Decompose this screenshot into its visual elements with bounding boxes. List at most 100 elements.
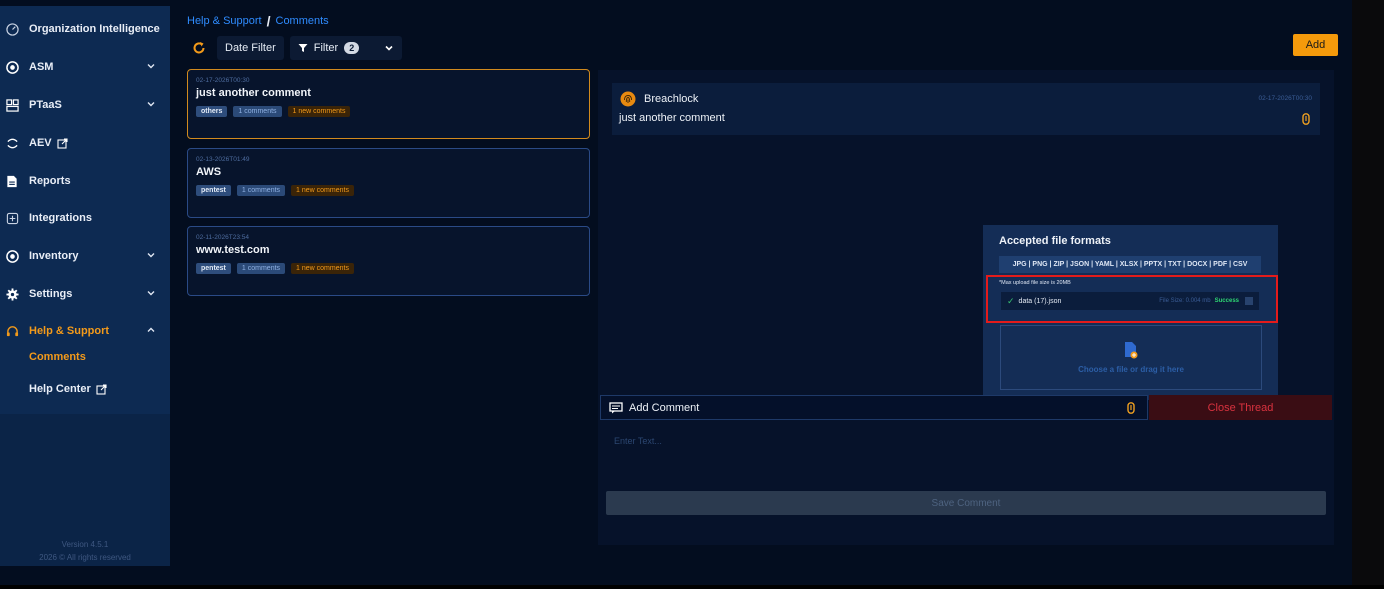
chevron-down-icon[interactable]: [146, 250, 156, 260]
sidebar-item-help-support[interactable]: Help & Support: [0, 316, 170, 346]
thread-title: AWS: [196, 166, 222, 178]
new-comments-badge: 1 new comments: [291, 263, 354, 274]
date-filter-label: Date Filter: [225, 42, 276, 54]
funnel-icon: [298, 44, 308, 52]
copyright-text: 2026 © All rights reserved: [39, 553, 131, 562]
comment-icon: [609, 401, 623, 413]
dashboard-icon: [5, 98, 19, 112]
thread-card[interactable]: 02-13-2026T01:49 AWS pentest 1 comments …: [187, 148, 590, 218]
upload-header: Accepted file formats: [999, 235, 1111, 247]
message-timestamp: 02-17-2026T00:30: [1258, 95, 1313, 102]
sidebar-item-organization-intelligence[interactable]: Organization Intelligence: [0, 14, 170, 44]
sidebar-item-ptaas[interactable]: PTaaS: [0, 90, 170, 120]
breadcrumb: Help & Support / Comments: [187, 13, 329, 29]
thread-title: www.test.com: [196, 244, 270, 256]
thread-card[interactable]: 02-11-2026T23:54 www.test.com pentest 1 …: [187, 226, 590, 296]
category-badge: others: [196, 106, 228, 117]
add-comment-label: Add Comment: [629, 401, 700, 414]
sidebar-item-inventory[interactable]: Inventory: [0, 241, 170, 271]
save-comment-button[interactable]: Save Comment: [606, 491, 1326, 515]
version-text: Version 4.5.1: [61, 540, 109, 549]
file-dropzone[interactable]: Choose a file or drag it here: [1000, 325, 1262, 390]
refresh-icon: [193, 42, 205, 54]
refresh-button[interactable]: [187, 36, 211, 60]
target-icon: [5, 249, 19, 263]
sidebar-item-label: Inventory: [29, 250, 79, 262]
chevron-down-icon[interactable]: [146, 99, 156, 109]
document-icon: [5, 174, 19, 188]
comment-text-input[interactable]: Enter Text...: [606, 426, 1326, 486]
sidebar-item-label: PTaaS: [29, 99, 62, 111]
sidebar-item-settings[interactable]: Settings: [0, 279, 170, 309]
sidebar-item-label: Settings: [29, 288, 73, 300]
filter-count-badge: 2: [344, 42, 360, 54]
new-comments-badge: 1 new comments: [287, 106, 351, 117]
external-link-icon: [57, 137, 68, 149]
sidebar-nav: Organization Intelligence ASM PTaaS AEV …: [0, 6, 170, 414]
highlight-box: [986, 275, 1278, 323]
thread-timestamp: 02-11-2026T23:54: [196, 234, 250, 241]
gear-icon: [5, 287, 19, 301]
thread-title: just another comment: [196, 87, 311, 99]
chevron-down-icon: [385, 45, 393, 51]
category-badge: pentest: [196, 185, 231, 196]
add-comment-bar[interactable]: Add Comment: [600, 395, 1148, 420]
message-author: Breachlock: [620, 91, 698, 107]
sidebar-subitem-help-center[interactable]: Help Center: [29, 383, 107, 395]
sidebar-subitem-label: Help Center: [29, 383, 91, 395]
comments-count-badge: 1 comments: [233, 106, 282, 117]
breadcrumb-current[interactable]: Comments: [276, 15, 329, 27]
comments-count-badge: 1 comments: [236, 185, 286, 196]
target-icon: [5, 60, 19, 74]
date-filter-button[interactable]: Date Filter: [217, 36, 284, 60]
file-upload-icon: [1125, 342, 1138, 359]
sidebar-subitem-comments[interactable]: Comments: [29, 351, 86, 363]
window-bottom-edge: [0, 585, 1384, 589]
sidebar-item-aev[interactable]: AEV: [0, 128, 170, 158]
window-edge: [1352, 0, 1384, 589]
plug-icon: [5, 211, 19, 225]
sidebar-subitem-label: Comments: [29, 351, 86, 363]
sidebar-item-asm[interactable]: ASM: [0, 52, 170, 82]
filter-button[interactable]: Filter 2: [289, 36, 402, 60]
new-comments-badge: 1 new comments: [291, 185, 354, 196]
toolbar: Date Filter Filter 2: [187, 36, 402, 60]
sidebar-item-label: Reports: [29, 175, 71, 187]
dropzone-text: Choose a file or drag it here: [1078, 365, 1184, 374]
attachment-icon[interactable]: [1302, 113, 1310, 125]
chevron-down-icon[interactable]: [146, 288, 156, 298]
add-button[interactable]: Add: [1293, 34, 1338, 56]
external-link-icon: [96, 383, 107, 395]
close-thread-button[interactable]: Close Thread: [1149, 395, 1332, 420]
message-body: just another comment: [619, 112, 725, 124]
fingerprint-icon: [620, 91, 636, 107]
category-badge: pentest: [196, 263, 231, 274]
chevron-up-icon[interactable]: [146, 325, 156, 335]
thread-card[interactable]: 02-17-2026T00:30 just another comment ot…: [187, 69, 590, 139]
chevron-down-icon[interactable]: [146, 61, 156, 71]
gauge-icon: [5, 22, 19, 36]
accepted-formats: JPG | PNG | ZIP | JSON | YAML | XLSX | P…: [999, 256, 1261, 273]
attachment-icon[interactable]: [1127, 402, 1135, 414]
thread-timestamp: 02-13-2026T01:49: [196, 156, 250, 163]
breadcrumb-parent[interactable]: Help & Support: [187, 15, 262, 27]
filter-label: Filter: [313, 42, 339, 54]
thread-tags: pentest 1 comments 1 new comments: [196, 185, 581, 196]
sidebar-item-label: AEV: [29, 137, 52, 149]
author-name: Breachlock: [644, 93, 699, 105]
sidebar-item-label: Help & Support: [29, 325, 110, 337]
sidebar-item-label: Integrations: [29, 212, 92, 224]
loop-icon: [5, 136, 19, 150]
thread-timestamp: 02-17-2026T00:30: [196, 77, 250, 84]
sidebar-item-reports[interactable]: Reports: [0, 166, 170, 196]
thread-tags: others 1 comments 1 new comments: [196, 106, 581, 117]
sidebar-item-integrations[interactable]: Integrations: [0, 203, 170, 233]
message-card: Breachlock 02-17-2026T00:30 just another…: [612, 83, 1320, 135]
sidebar-item-label: Organization Intelligence: [29, 23, 160, 35]
thread-tags: pentest 1 comments 1 new comments: [196, 263, 581, 274]
headset-icon: [5, 324, 19, 338]
breadcrumb-separator: /: [266, 13, 271, 29]
comments-count-badge: 1 comments: [236, 263, 286, 274]
sidebar: Organization Intelligence ASM PTaaS AEV …: [0, 6, 170, 566]
sidebar-item-label: ASM: [29, 61, 54, 73]
